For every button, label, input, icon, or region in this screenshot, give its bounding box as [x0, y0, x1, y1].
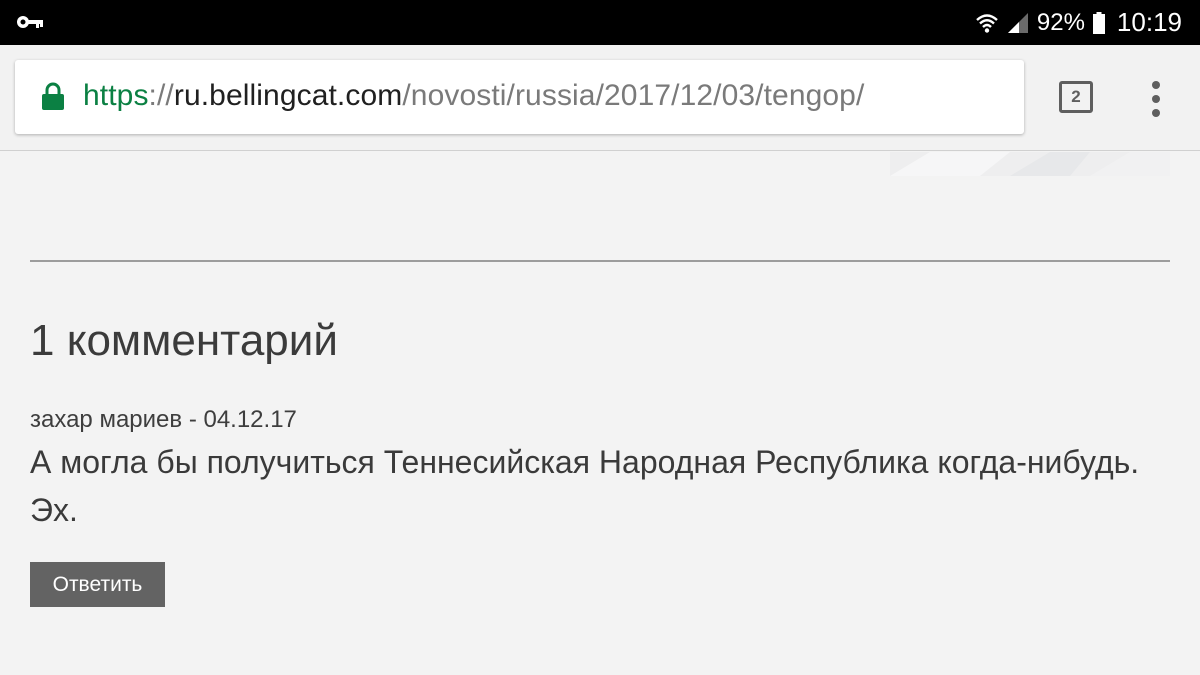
- tab-switcher-button[interactable]: 2: [1059, 81, 1093, 113]
- url-separator: ://: [148, 79, 174, 112]
- signal-icon: [1007, 12, 1028, 33]
- lock-icon[interactable]: [41, 82, 65, 110]
- comments-heading: 1 комментарий: [30, 316, 338, 365]
- tab-count: 2: [1071, 87, 1081, 106]
- menu-dot: [1152, 109, 1160, 117]
- url-path: /novosti/russia/2017/12/03/tengop/: [402, 79, 865, 112]
- clock: 10:19: [1116, 7, 1182, 37]
- menu-dot: [1152, 81, 1160, 89]
- battery-icon: [1092, 11, 1105, 34]
- url-scheme: https: [83, 79, 149, 112]
- more-options-icon[interactable]: [1145, 79, 1167, 119]
- decorative-banner-edge: [890, 152, 1170, 176]
- url-text[interactable]: https://ru.bellingcat.com/novosti/russia…: [83, 79, 864, 113]
- page-content: 1 комментарий захар мариев - 04.12.17 А …: [0, 152, 1200, 675]
- key-icon: [17, 16, 43, 28]
- wifi-icon: [976, 13, 998, 33]
- section-divider: [30, 260, 1170, 262]
- comment-author-date: захар мариев - 04.12.17: [30, 406, 297, 433]
- battery-percent: 92%: [1036, 8, 1085, 36]
- menu-dot: [1152, 95, 1160, 103]
- reply-button[interactable]: Ответить: [30, 562, 165, 607]
- comment-body: А могла бы получиться Теннесийская Народ…: [30, 444, 1140, 528]
- url-host: ru.bellingcat.com: [173, 79, 403, 112]
- address-bar[interactable]: https://ru.bellingcat.com/novosti/russia…: [15, 60, 1024, 134]
- status-bar: 92% 10:19: [0, 0, 1200, 45]
- status-icons: 92% 10:19: [975, 0, 1182, 45]
- browser-toolbar: https://ru.bellingcat.com/novosti/russia…: [0, 45, 1200, 151]
